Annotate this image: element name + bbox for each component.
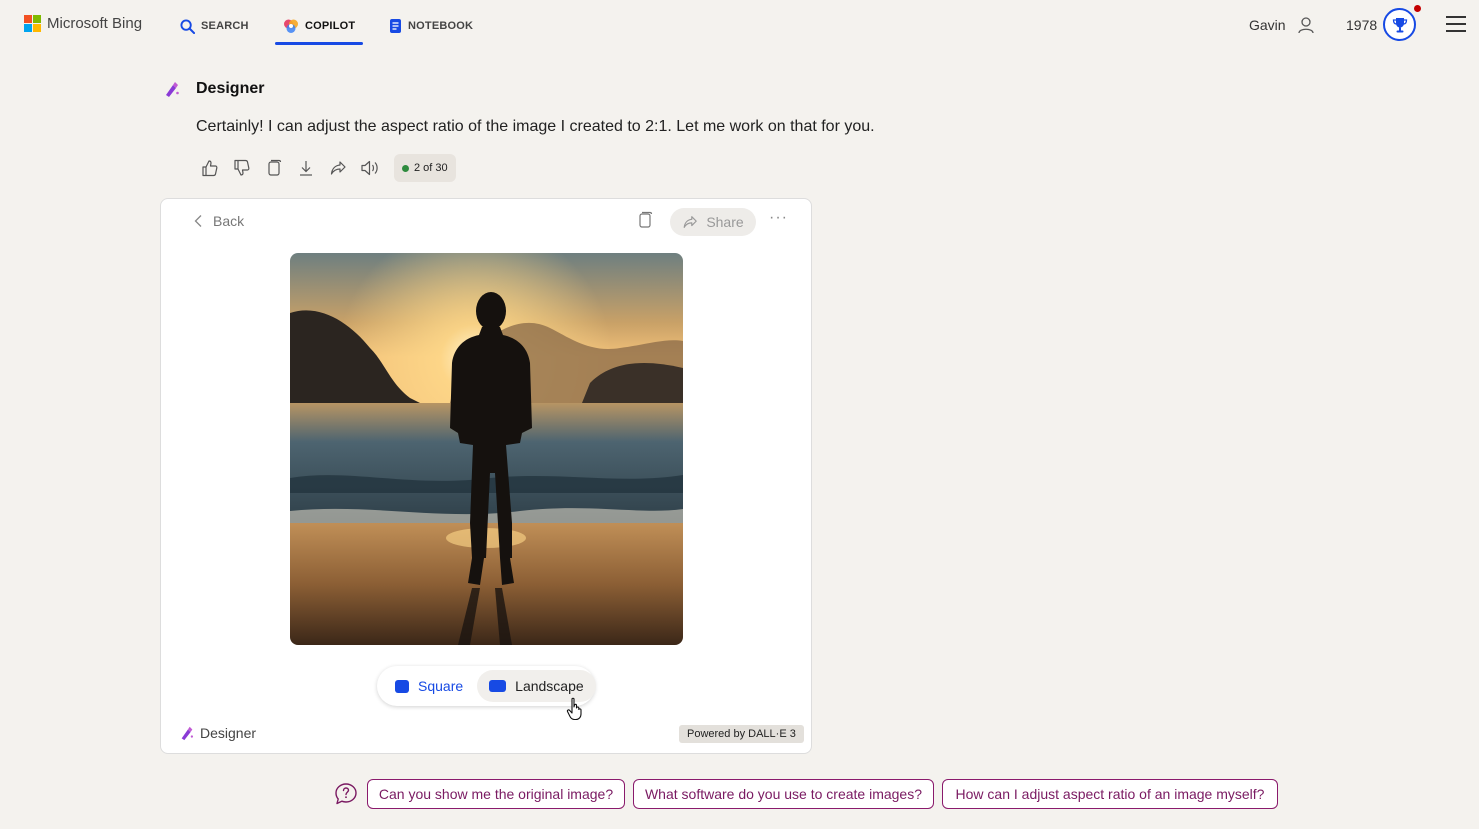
sender-name: Designer [196, 80, 265, 97]
back-button[interactable]: Back [193, 213, 244, 229]
beach-silhouette-image [290, 253, 683, 645]
hamburger-menu-icon[interactable] [1446, 16, 1466, 32]
square-ratio-icon [395, 679, 409, 693]
share-label: Share [706, 214, 744, 230]
message-header: Designer [163, 80, 264, 98]
share-button[interactable] [324, 154, 352, 182]
brand-name: Microsoft Bing [47, 15, 143, 32]
user-avatar-icon[interactable] [1297, 16, 1315, 34]
designer-icon [166, 82, 179, 97]
thumbs-down-icon [234, 159, 250, 176]
tab-notebook[interactable]: NOTEBOOK [389, 14, 473, 44]
copy-image-icon[interactable] [637, 211, 653, 229]
top-bar: Microsoft Bing SEARCH COPILOT NOTEBOOK G… [0, 0, 1479, 50]
suggestion-chip[interactable]: How can I adjust aspect ratio of an imag… [942, 779, 1278, 809]
designer-image-card: Back Share ··· Square Landscape Designer… [160, 198, 812, 754]
copy-icon [268, 159, 282, 176]
designer-footer-brand[interactable]: Designer [179, 725, 256, 741]
status-dot [402, 164, 409, 172]
share-image-button[interactable]: Share [670, 208, 756, 236]
landscape-ratio-icon [489, 680, 507, 692]
designer-icon [181, 726, 194, 741]
rewards-points[interactable]: 1978 [1346, 17, 1377, 33]
powered-by-badge: Powered by DALL·E 3 [679, 725, 804, 743]
microsoft-logo-icon [24, 15, 41, 32]
more-options-button[interactable]: ··· [769, 209, 788, 227]
response-count: 2 of 30 [414, 162, 448, 174]
read-aloud-icon [361, 160, 378, 176]
tab-copilot-label: COPILOT [305, 20, 356, 32]
notebook-icon [390, 19, 401, 33]
square-option[interactable]: Square [381, 670, 477, 702]
rewards-trophy-icon[interactable] [1383, 8, 1416, 41]
thumbs-up-icon [202, 160, 218, 177]
tab-search-label: SEARCH [201, 20, 249, 32]
message-text: Certainly! I can adjust the aspect ratio… [196, 118, 875, 135]
notification-dot [1414, 5, 1421, 12]
landscape-label: Landscape [515, 678, 584, 694]
download-button[interactable] [292, 154, 320, 182]
aspect-ratio-selector: Square Landscape [377, 666, 596, 706]
share-icon [330, 161, 346, 175]
read-aloud-button[interactable] [356, 154, 384, 182]
message-actions: 2 of 30 [196, 154, 456, 182]
chevron-left-icon [194, 215, 202, 227]
question-icon [335, 783, 357, 805]
download-icon [300, 161, 312, 176]
generated-image[interactable] [290, 253, 683, 645]
suggestion-chip[interactable]: What software do you use to create image… [633, 779, 934, 809]
footer-brand-label: Designer [200, 725, 257, 741]
tab-notebook-label: NOTEBOOK [408, 20, 474, 32]
copilot-icon [284, 19, 298, 33]
user-name[interactable]: Gavin [1249, 17, 1286, 33]
tab-search[interactable]: SEARCH [180, 14, 249, 44]
back-label: Back [213, 213, 245, 229]
hand-cursor-icon [566, 697, 582, 721]
like-button[interactable] [196, 154, 224, 182]
search-icon [180, 18, 195, 34]
response-count-badge: 2 of 30 [394, 154, 456, 182]
square-label: Square [418, 678, 464, 694]
dislike-button[interactable] [228, 154, 256, 182]
tab-copilot[interactable]: COPILOT [274, 14, 364, 45]
suggestion-chip[interactable]: Can you show me the original image? [367, 779, 625, 809]
copy-button[interactable] [260, 154, 288, 182]
bing-logo[interactable]: Microsoft Bing [24, 15, 142, 32]
trophy-icon [1392, 17, 1407, 32]
share-icon [683, 216, 698, 228]
